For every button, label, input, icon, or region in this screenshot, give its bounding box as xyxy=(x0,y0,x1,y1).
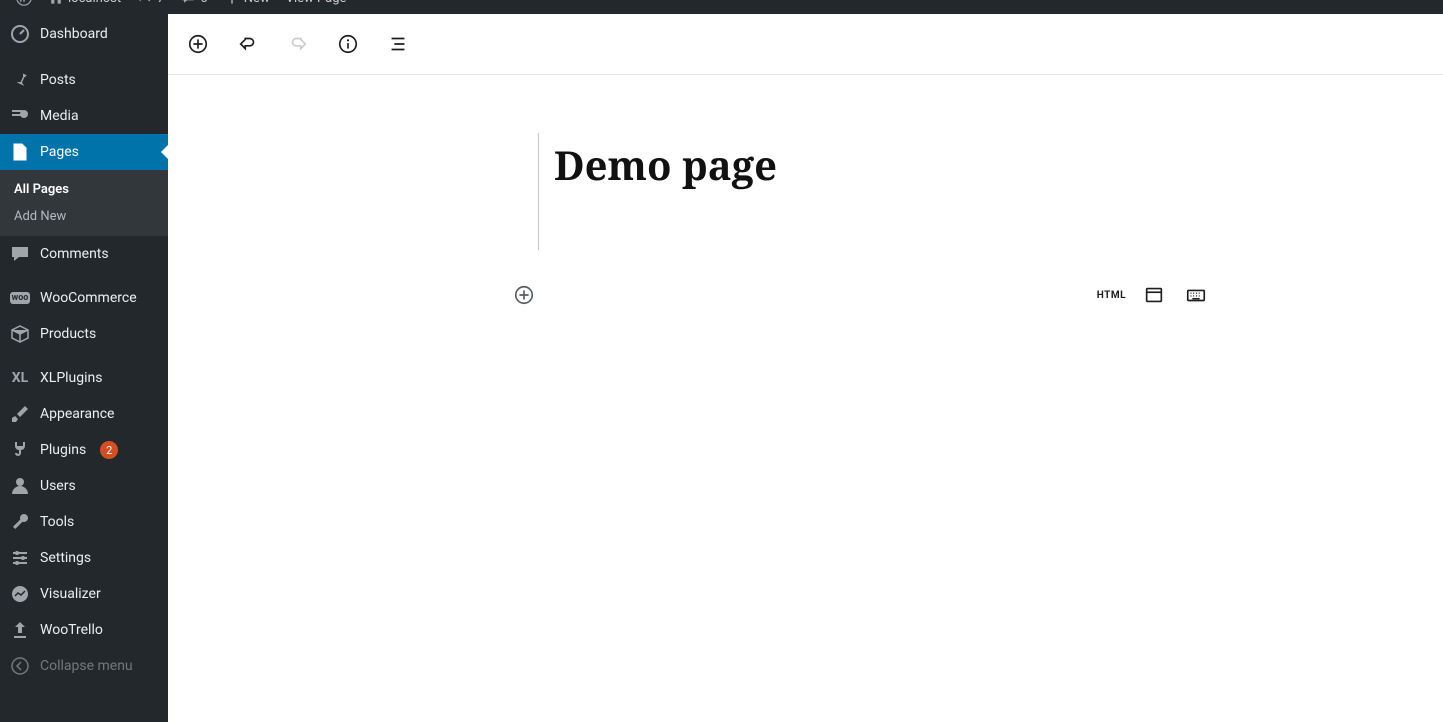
export-icon xyxy=(10,620,30,640)
menu-settings[interactable]: Settings xyxy=(0,540,168,576)
menu-collapse[interactable]: Collapse menu xyxy=(0,648,168,684)
redo-button[interactable] xyxy=(280,26,316,62)
menu-visualizer[interactable]: Visualizer xyxy=(0,576,168,612)
xl-icon: XL xyxy=(10,368,30,388)
editor-body: Demo page HTML xyxy=(168,75,1443,722)
menu-wootrello[interactable]: WooTrello xyxy=(0,612,168,648)
admin-bar: localhost 7 0 New View Page xyxy=(0,0,1443,14)
submenu-pages: All Pages Add New xyxy=(0,170,168,236)
menu-xlplugins[interactable]: XL XLPlugins xyxy=(0,360,168,396)
updates[interactable]: 7 xyxy=(129,0,172,14)
pin-icon xyxy=(10,70,30,90)
menu-appearance[interactable]: Appearance xyxy=(0,396,168,432)
menu-products[interactable]: Products xyxy=(0,316,168,352)
menu-comments-label: Comments xyxy=(40,246,109,262)
comments-count: 0 xyxy=(200,0,207,6)
chart-icon xyxy=(10,584,30,604)
menu-collapse-label: Collapse menu xyxy=(40,658,133,674)
plug-icon xyxy=(10,440,30,460)
editor-toolbar xyxy=(168,14,1443,75)
menu-posts-label: Posts xyxy=(40,72,76,88)
new-label: New xyxy=(244,0,270,6)
menu-woocommerce[interactable]: woo WooCommerce xyxy=(0,280,168,316)
menu-pages-label: Pages xyxy=(40,144,79,160)
updates-count: 7 xyxy=(157,0,164,6)
undo-button[interactable] xyxy=(230,26,266,62)
woocommerce-icon: woo xyxy=(10,288,30,308)
menu-users[interactable]: Users xyxy=(0,468,168,504)
classic-block-button[interactable] xyxy=(1140,281,1168,309)
collapse-icon xyxy=(10,656,30,676)
menu-settings-label: Settings xyxy=(40,550,91,566)
menu-pages[interactable]: Pages xyxy=(0,134,168,170)
menu-appearance-label: Appearance xyxy=(40,406,114,422)
menu-posts[interactable]: Posts xyxy=(0,62,168,98)
view-page[interactable]: View Page xyxy=(278,0,355,14)
pages-icon xyxy=(10,142,30,162)
menu-dashboard[interactable]: Dashboard xyxy=(0,14,168,54)
add-block-button[interactable] xyxy=(180,26,216,62)
dashboard-icon xyxy=(10,24,30,44)
site-name-label: localhost xyxy=(68,0,121,6)
outline-button[interactable] xyxy=(380,26,416,62)
menu-comments[interactable]: Comments xyxy=(0,236,168,272)
brush-icon xyxy=(10,404,30,424)
comment-icon xyxy=(10,244,30,264)
view-page-label: View Page xyxy=(286,0,347,6)
menu-media-label: Media xyxy=(40,108,79,124)
keyboard-input-button[interactable] xyxy=(1182,281,1210,309)
wp-logo[interactable] xyxy=(8,0,40,14)
plugins-badge: 2 xyxy=(100,441,118,459)
site-name[interactable]: localhost xyxy=(40,0,129,14)
menu-products-label: Products xyxy=(40,326,96,342)
menu-wootrello-label: WooTrello xyxy=(40,622,103,638)
block-appender-row: HTML xyxy=(510,281,1210,309)
menu-plugins[interactable]: Plugins 2 xyxy=(0,432,168,468)
page-title-input[interactable]: Demo page xyxy=(554,137,1194,192)
inline-add-block-button[interactable] xyxy=(510,281,538,309)
html-mode-button[interactable]: HTML xyxy=(1097,290,1126,301)
submenu-all-pages[interactable]: All Pages xyxy=(0,176,168,203)
menu-plugins-label: Plugins xyxy=(40,442,86,458)
menu-users-label: Users xyxy=(40,478,76,494)
media-icon xyxy=(10,106,30,126)
info-button[interactable] xyxy=(330,26,366,62)
menu-xlplugins-label: XLPlugins xyxy=(40,370,103,386)
wrench-icon xyxy=(10,512,30,532)
menu-media[interactable]: Media xyxy=(0,98,168,134)
menu-tools[interactable]: Tools xyxy=(0,504,168,540)
new-content[interactable]: New xyxy=(216,0,278,14)
user-icon xyxy=(10,476,30,496)
menu-visualizer-label: Visualizer xyxy=(40,586,101,602)
menu-tools-label: Tools xyxy=(40,514,74,530)
editor-content: Demo page HTML xyxy=(168,14,1443,722)
menu-woocommerce-label: WooCommerce xyxy=(40,290,137,306)
submenu-add-new[interactable]: Add New xyxy=(0,203,168,230)
comments-bubble[interactable]: 0 xyxy=(172,0,215,14)
admin-sidebar: Dashboard Posts Media Pages All Pages Ad… xyxy=(0,14,168,722)
menu-dashboard-label: Dashboard xyxy=(40,26,108,42)
sliders-icon xyxy=(10,548,30,568)
products-icon xyxy=(10,324,30,344)
